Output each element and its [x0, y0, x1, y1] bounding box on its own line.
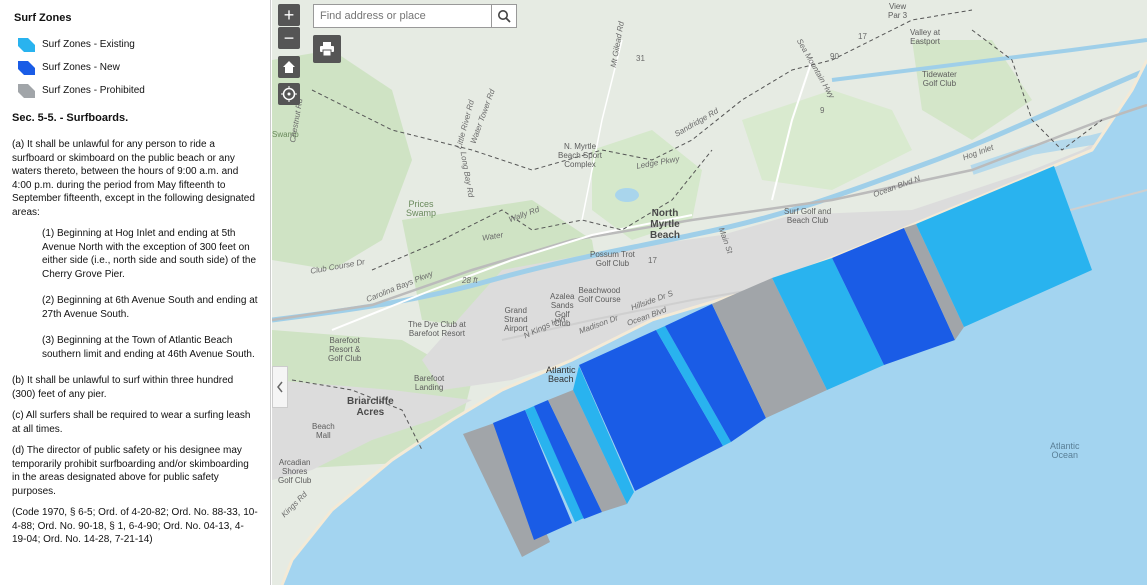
print-button[interactable] — [313, 35, 341, 63]
ordinance-paragraph: (Code 1970, § 6-5; Ord. of 4-20-82; Ord.… — [12, 507, 258, 545]
route-shield: 90 — [830, 52, 839, 61]
search-input[interactable] — [314, 5, 496, 27]
route-shield: 9 — [820, 106, 825, 115]
map-label-briarcliffe: Briarcliffe Acres — [347, 396, 394, 418]
locate-icon — [281, 86, 297, 102]
home-icon — [283, 61, 295, 73]
legend-item-prohibited: Surf Zones - Prohibited — [18, 82, 258, 98]
zoom-out-button[interactable]: − — [278, 27, 300, 49]
map-label-prices-swamp: Prices Swamp — [406, 199, 437, 218]
basemap — [272, 0, 1147, 585]
legend-label: Surf Zones - Existing — [42, 38, 135, 50]
map-label-barefoot-landing: Barefoot Landing — [414, 374, 445, 392]
ordinance-paragraph: (c) All surfers shall be required to wea… — [12, 410, 251, 435]
route-shield: 31 — [636, 54, 645, 63]
search-icon — [498, 10, 511, 23]
ordinance-paragraph: (3) Beginning at the Town of Atlantic Be… — [42, 335, 255, 360]
legend-item-existing: Surf Zones - Existing — [18, 36, 258, 52]
existing-swatch-icon — [18, 38, 35, 52]
route-shield: 17 — [858, 32, 867, 41]
search-button[interactable] — [491, 5, 516, 27]
ordinance-paragraph: (d) The director of public safety or his… — [12, 445, 249, 497]
road-label: 28 ft — [462, 276, 478, 285]
map-label-beach-mall: Beach Mall — [312, 422, 335, 440]
legend-item-new: Surf Zones - New — [18, 59, 258, 75]
map-label-dye-club: The Dye Club at Barefoot Resort — [408, 320, 466, 338]
ordinance-title: Sec. 5-5. - Surfboards. — [12, 112, 129, 124]
map-label-north-myrtle: North Myrtle Beach — [650, 208, 681, 241]
map-label-atlantic-beach: Atlantic Beach — [546, 365, 576, 384]
legend-panel: Surf Zones Surf Zones - Existing Surf Zo… — [0, 0, 271, 585]
home-button[interactable] — [278, 56, 300, 78]
legend-title: Surf Zones — [14, 12, 72, 24]
printer-icon — [320, 42, 334, 57]
ordinance-paragraph: (b) It shall be unlawful to surf within … — [12, 375, 234, 400]
chevron-left-icon — [277, 381, 283, 393]
map-label-beachwood: Beachwood Golf Course — [578, 286, 621, 304]
locate-button[interactable] — [278, 83, 300, 105]
legend-label: Surf Zones - Prohibited — [42, 84, 145, 96]
map-label-surf-golf: Surf Golf and Beach Club — [784, 207, 832, 225]
ordinance-paragraph: (2) Beginning at 6th Avenue South and en… — [42, 295, 258, 320]
map-label-arcadian: Arcadian Shores Golf Club — [278, 458, 312, 485]
map-label-sports: N. Myrtle Beach Sport Complex — [558, 142, 603, 169]
zoom-in-button[interactable]: + — [278, 4, 300, 26]
map-label-valley: Valley at Eastport — [910, 28, 941, 46]
map-label-barefoot-resort: Barefoot Resort & Golf Club — [328, 336, 362, 363]
map-label-possum-trot: Possum Trot Golf Club — [590, 250, 635, 268]
collapse-panel-button[interactable] — [272, 366, 288, 408]
ordinance-paragraph: (a) It shall be unlawful for any person … — [12, 139, 255, 218]
legend-label: Surf Zones - New — [42, 61, 120, 73]
map-view[interactable]: North Myrtle Beach Atlantic Ocean Briarc… — [272, 0, 1147, 585]
new-swatch-icon — [18, 61, 35, 75]
map-label-atlantic-ocean: Atlantic Ocean — [1050, 441, 1080, 460]
prohibited-swatch-icon — [18, 84, 35, 98]
map-label-grand-strand: Grand Strand Airport — [504, 306, 528, 333]
map-label-view: View Par 3 — [888, 2, 908, 20]
map-label-tidewater: Tidewater Golf Club — [922, 70, 957, 88]
ordinance-paragraph: (1) Beginning at Hog Inlet and ending at… — [42, 228, 257, 280]
search-box[interactable] — [313, 4, 517, 28]
route-shield: 17 — [648, 256, 657, 265]
